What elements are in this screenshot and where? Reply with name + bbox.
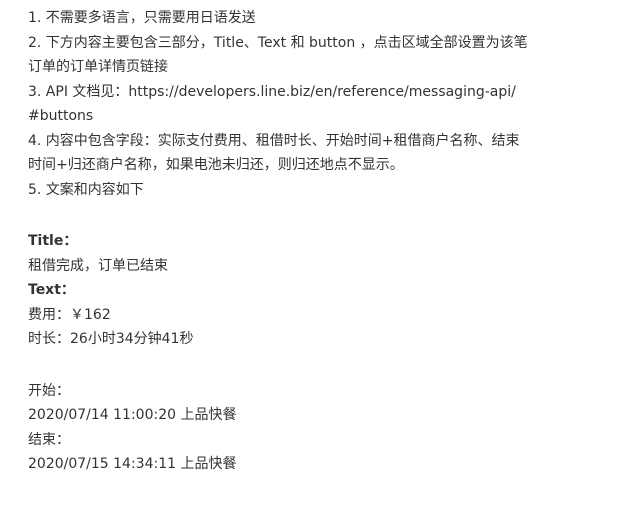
document-body: 1. 不需要多语言，只需要用日语发送 2. 下方内容主要包含三部分，Title、… — [28, 0, 608, 477]
end-value: 2020/07/15 14:34:11 上品快餐 — [28, 456, 237, 472]
requirement-item-3-line-2: #buttons — [28, 108, 94, 124]
end-label: 结束： — [28, 431, 70, 448]
requirement-item-5: 5. 文案和内容如下 — [28, 181, 144, 198]
requirements-list: 1. 不需要多语言，只需要用日语发送 2. 下方内容主要包含三部分，Title、… — [28, 0, 608, 202]
requirement-item-4-line-1: 4. 内容中包含字段：实际支付费用、租借时长、开始时间+租借商户名称、结束 — [28, 132, 520, 149]
requirement-item-2-line-2: 订单的订单详情页链接 — [28, 59, 168, 75]
start-value: 2020/07/14 11:00:20 上品快餐 — [28, 407, 237, 423]
title-value: 租借完成，订单已结束 — [28, 257, 168, 274]
requirement-item-3-line-1: 3. API 文档见：https://developers.line.biz/e… — [28, 83, 516, 100]
title-heading: Title： — [28, 233, 78, 249]
requirement-item-4-line-2: 时间+归还商户名称，如果电池未归还，则归还地点不显示。 — [28, 157, 404, 173]
start-label: 开始： — [28, 382, 70, 399]
duration-line: 时长：26小时34分钟41秒 — [28, 331, 194, 347]
text-heading: Text： — [28, 282, 75, 298]
message-content: Title： 租借完成，订单已结束 Text： 费用：￥162 时长：26小时3… — [28, 229, 608, 477]
requirement-item-1: 1. 不需要多语言，只需要用日语发送 — [28, 10, 256, 26]
fee-line: 费用：￥162 — [28, 306, 111, 323]
requirement-item-2-line-1: 2. 下方内容主要包含三部分，Title、Text 和 button ，点击区域… — [28, 34, 528, 51]
